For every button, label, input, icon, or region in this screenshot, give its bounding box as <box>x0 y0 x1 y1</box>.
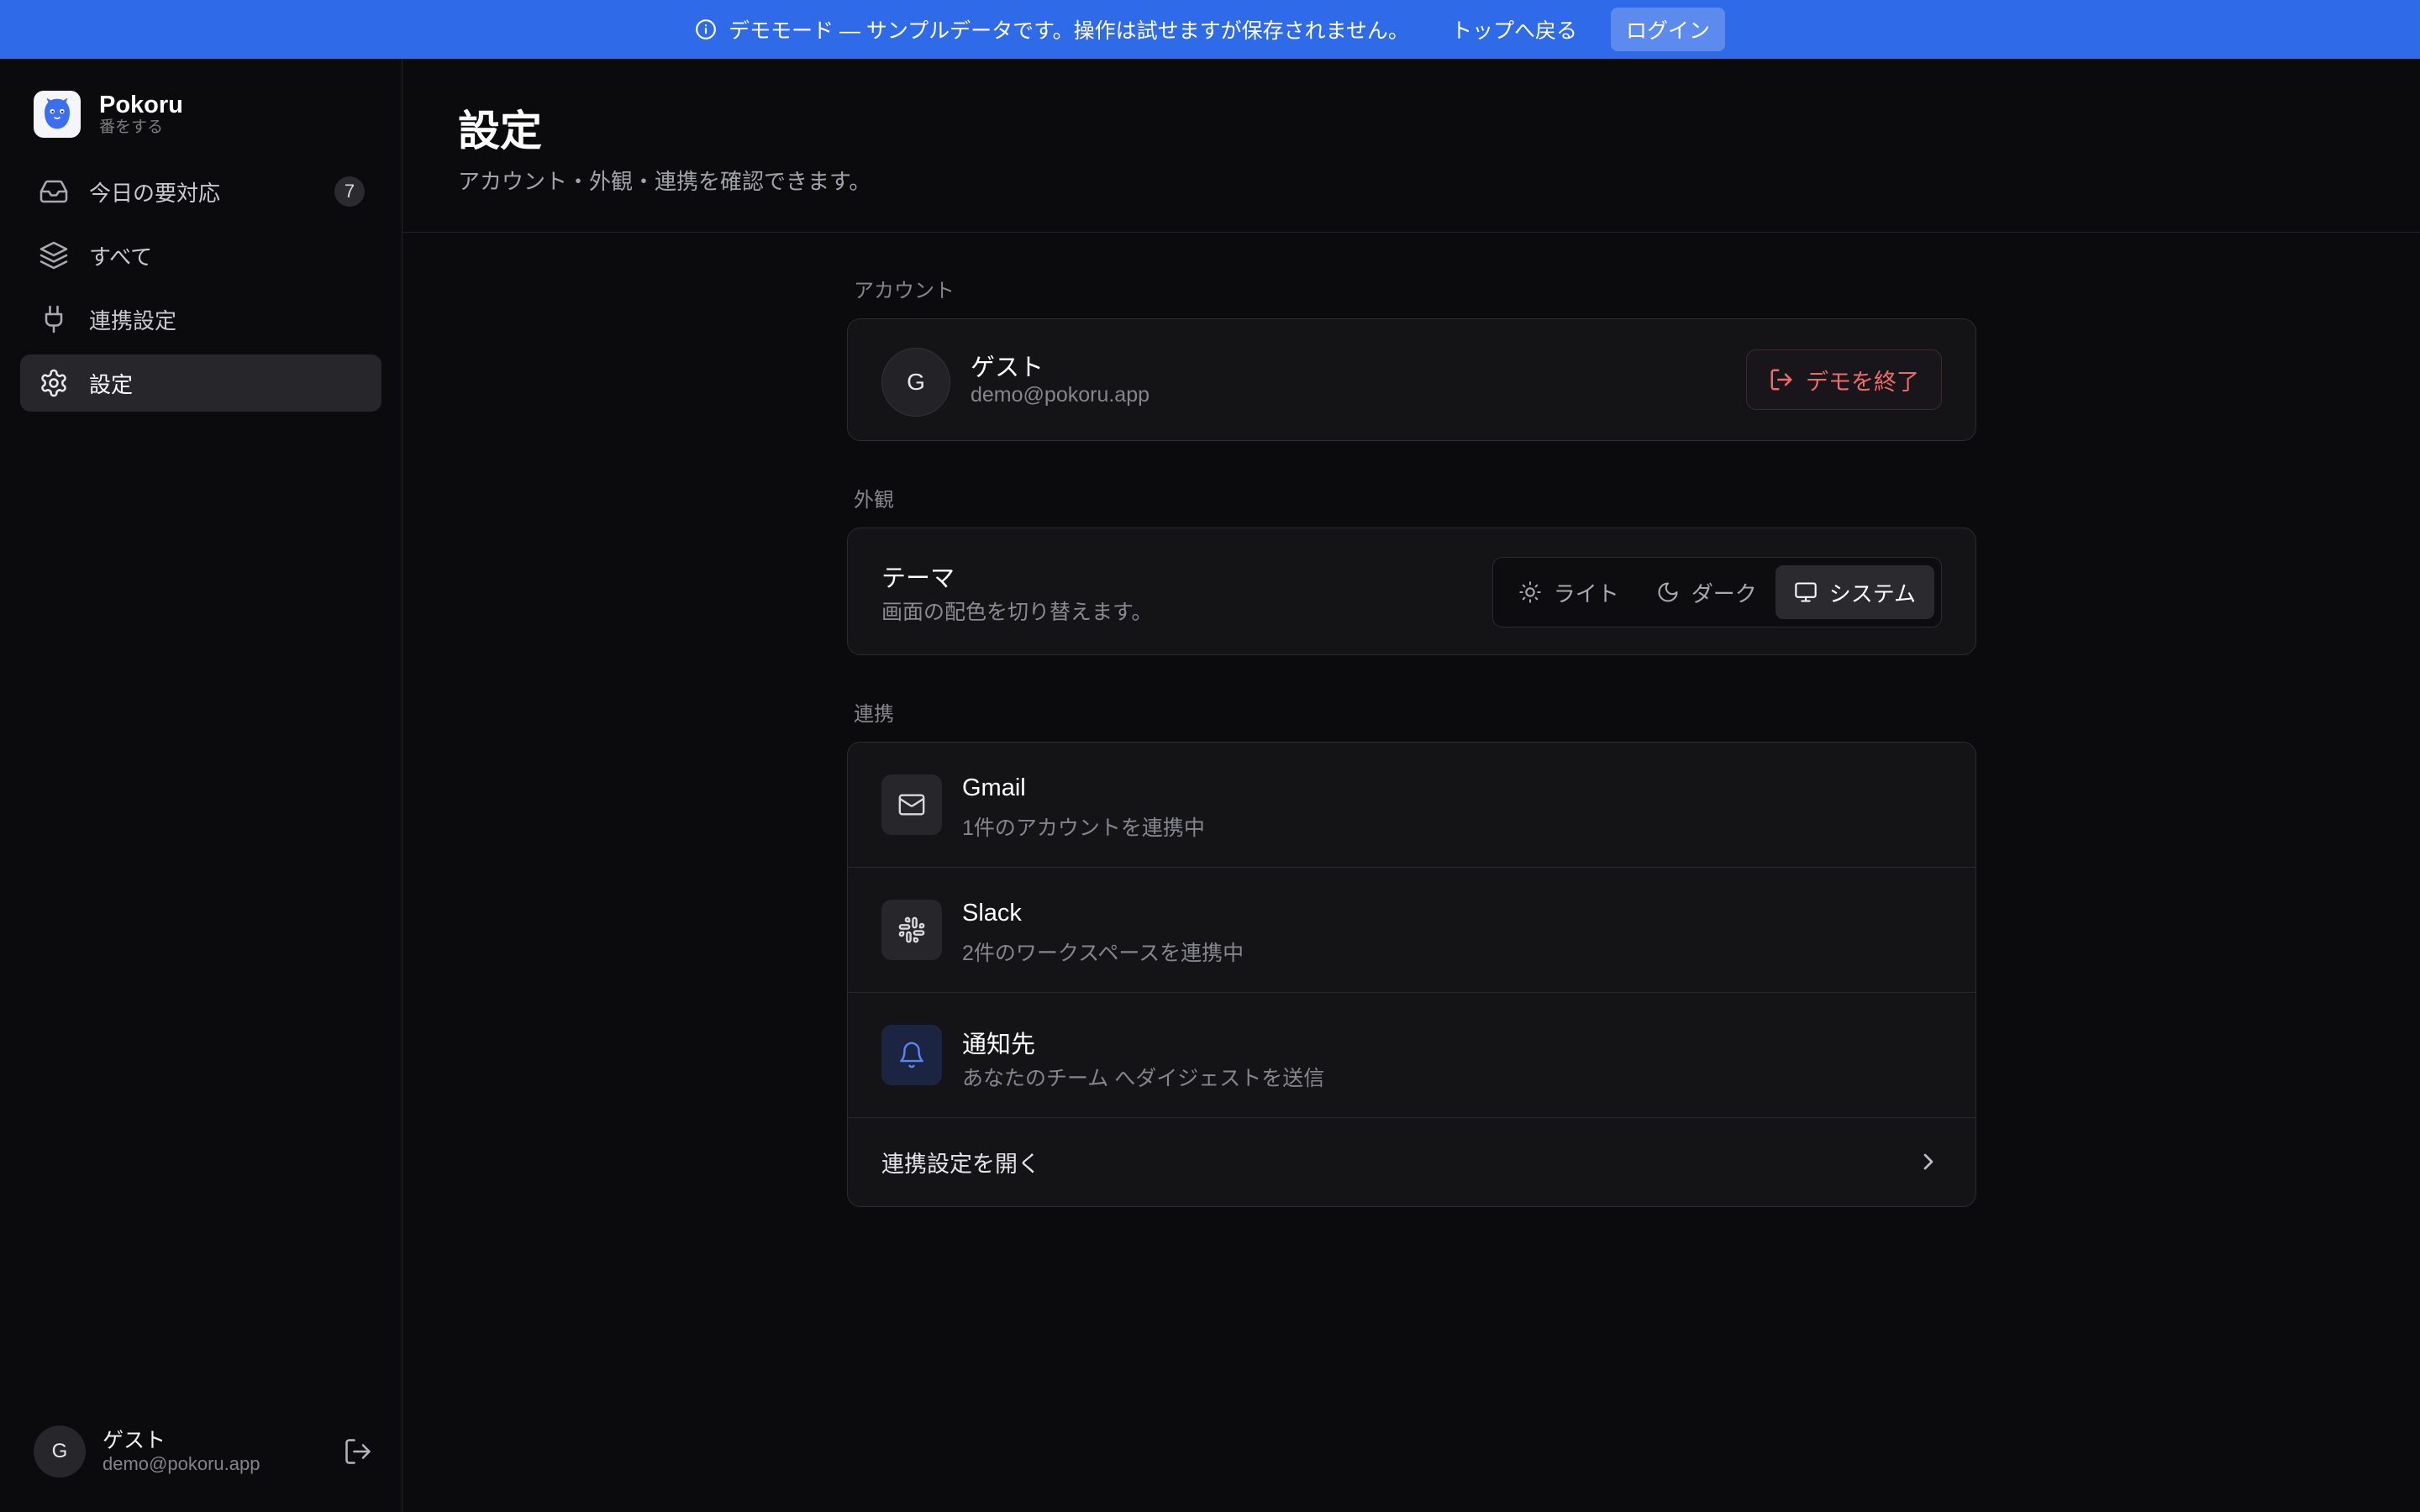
logout-icon[interactable] <box>343 1436 373 1467</box>
theme-option-dark[interactable]: ダーク <box>1638 565 1776 619</box>
app-tagline: 番をする <box>99 118 164 136</box>
sidebar-item-label: すべて <box>89 244 153 270</box>
integration-desc: 2件のワークスペースを連携中 <box>962 942 1244 965</box>
user-email: demo@pokoru.app <box>103 1453 260 1474</box>
demo-banner: デモモード — サンプルデータです。操作は試せますが保存されません。 トップへ戻… <box>0 0 2420 59</box>
login-button[interactable]: ログイン <box>1610 8 1725 51</box>
integration-row-slack[interactable]: Slack 2件のワークスペースを連携中 <box>848 868 1975 993</box>
sidebar-item-today[interactable]: 今日の要対応 7 <box>20 163 381 220</box>
demo-banner-message: デモモード — サンプルデータです。操作は試せますが保存されません。 <box>729 19 1409 43</box>
theme-option-label: ダーク <box>1691 580 1757 606</box>
sidebar-nav: 今日の要対応 7 すべて 連携設定 設定 <box>20 163 381 418</box>
layers-icon <box>39 240 69 270</box>
avatar: G <box>34 1425 86 1478</box>
user-profile[interactable]: G ゲスト demo@pokoru.app <box>34 1425 373 1478</box>
avatar: G <box>881 348 950 417</box>
chevron-right-icon <box>1915 1148 1942 1175</box>
mail-icon <box>881 774 942 835</box>
sidebar-item-integrations[interactable]: 連携設定 <box>20 291 381 348</box>
back-to-top-link[interactable]: トップへ戻る <box>1451 14 1577 45</box>
account-name: ゲスト <box>971 354 1044 381</box>
theme-switcher: ライト ダーク システム <box>1491 557 1942 627</box>
slack-icon <box>881 900 942 960</box>
integrations-card: Gmail 1件のアカウントを連携中 Slack 2件のワークスペースを連携中 … <box>847 742 1976 1207</box>
sidebar-item-label: 今日の要対応 <box>89 180 221 206</box>
app-name: Pokoru <box>99 92 183 118</box>
count-badge: 7 <box>334 176 365 207</box>
moon-icon <box>1656 580 1680 604</box>
end-demo-button[interactable]: デモを終了 <box>1746 349 1942 410</box>
inbox-icon <box>39 176 69 207</box>
app-logo <box>34 91 81 138</box>
page-subtitle: アカウント・外観・連携を確認できます。 <box>458 169 871 194</box>
gear-icon <box>39 368 69 398</box>
appearance-section-label: 外観 <box>854 489 894 512</box>
main-content: 設定 アカウント・外観・連携を確認できます。 アカウント G ゲスト demo@… <box>402 59 2420 1512</box>
info-icon <box>695 18 717 40</box>
end-demo-label: デモを終了 <box>1806 369 1919 395</box>
integration-title: Slack <box>962 900 1022 927</box>
sidebar-item-all[interactable]: すべて <box>20 227 381 284</box>
account-section-label: アカウント <box>854 280 955 302</box>
theme-card: テーマ 画面の配色を切り替えます。 ライト ダーク システム <box>847 528 1976 655</box>
integrations-section-label: 連携 <box>854 703 894 726</box>
monitor-icon <box>1794 580 1818 604</box>
plug-icon <box>39 304 69 334</box>
integration-desc: あなたのチーム へダイジェストを送信 <box>962 1067 1325 1090</box>
sidebar-item-label: 設定 <box>89 371 134 397</box>
theme-option-label: システム <box>1828 580 1916 606</box>
page-header: 設定 アカウント・外観・連携を確認できます。 <box>402 59 2420 233</box>
account-email: demo@pokoru.app <box>971 383 1150 407</box>
user-name: ゲスト <box>103 1429 166 1452</box>
integration-row-notify[interactable]: 通知先 あなたのチーム へダイジェストを送信 <box>848 993 1975 1118</box>
integration-title: 通知先 <box>962 1032 1036 1058</box>
sidebar: Pokoru 番をする 今日の要対応 7 すべて 連携設定 設定 G ゲスト d… <box>0 59 402 1512</box>
sidebar-item-settings[interactable]: 設定 <box>20 354 381 412</box>
theme-title: テーマ <box>881 565 955 592</box>
page-title: 設定 <box>458 108 542 155</box>
theme-description: 画面の配色を切り替えます。 <box>881 601 1153 624</box>
integration-row-gmail[interactable]: Gmail 1件のアカウントを連携中 <box>848 743 1975 868</box>
bell-icon <box>881 1025 942 1085</box>
settings-content: アカウント G ゲスト demo@pokoru.app デモを終了 外観 テーマ… <box>847 274 1976 1249</box>
integration-title: Gmail <box>962 774 1026 801</box>
sun-icon <box>1518 580 1542 604</box>
open-integrations-button[interactable]: 連携設定を開く <box>848 1118 1975 1205</box>
open-integrations-label: 連携設定を開く <box>881 1151 1040 1177</box>
logout-icon <box>1769 367 1794 392</box>
integration-desc: 1件のアカウントを連携中 <box>962 816 1205 840</box>
theme-option-label: ライト <box>1553 580 1619 606</box>
sidebar-item-label: 連携設定 <box>89 307 177 333</box>
theme-option-system[interactable]: システム <box>1775 565 1934 619</box>
theme-option-light[interactable]: ライト <box>1500 565 1638 619</box>
brand[interactable]: Pokoru 番をする <box>34 91 183 138</box>
account-card: G ゲスト demo@pokoru.app デモを終了 <box>847 318 1976 441</box>
